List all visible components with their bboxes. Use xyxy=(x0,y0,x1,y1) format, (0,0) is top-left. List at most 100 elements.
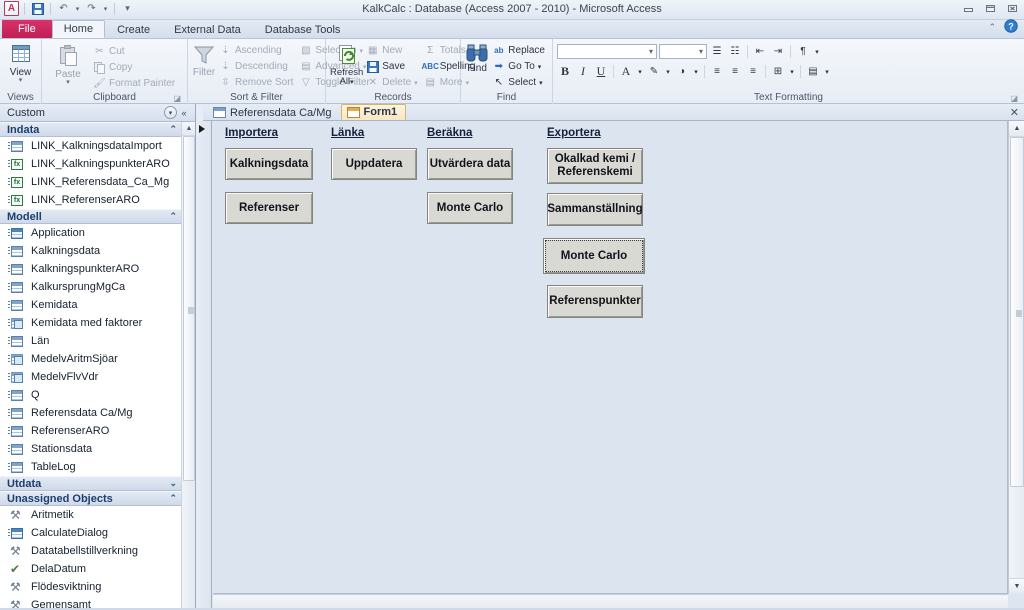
redo-dropdown-icon[interactable]: ▾ xyxy=(102,1,109,16)
nav-item-referensdata-ca-mg[interactable]: Referensdata Ca/Mg xyxy=(0,404,181,422)
alternate-fill-caret-icon[interactable]: ▾ xyxy=(823,64,831,80)
nav-item-lan[interactable]: Län xyxy=(0,332,181,350)
nav-item-datatabellstillverkning[interactable]: ⚒ Datatabellstillverkning xyxy=(0,542,181,560)
ribbon-tab-create[interactable]: Create xyxy=(105,20,162,38)
form-vertical-scrollbar[interactable]: ▲ ▼ xyxy=(1008,121,1024,594)
font-family-select[interactable]: ▾ xyxy=(557,44,657,59)
office-logo-icon[interactable]: A xyxy=(4,1,19,16)
restore-button[interactable] xyxy=(983,2,998,15)
nav-item-application[interactable]: Application xyxy=(0,224,181,242)
nav-pane-collapse-icon[interactable]: « xyxy=(177,106,191,120)
delete-caret-icon[interactable]: ▾ xyxy=(414,79,418,87)
nav-item-referenseraro[interactable]: ReferenserARO xyxy=(0,422,181,440)
chevron-up-icon[interactable]: ⌃ xyxy=(169,124,177,135)
paste-caret-icon[interactable]: ▾ xyxy=(66,79,70,86)
nav-item-kalkursprungmgca[interactable]: KalkursprungMgCa xyxy=(0,278,181,296)
nav-item-medelvaritmsjoar[interactable]: MedelvAritmSjöar xyxy=(0,350,181,368)
record-selector-column[interactable] xyxy=(196,121,212,610)
nav-item-kalkningsdata[interactable]: Kalkningsdata xyxy=(0,242,181,260)
new-record-button[interactable]: ▦ New xyxy=(363,43,420,58)
button-monte-carlo-berakna[interactable]: Monte Carlo xyxy=(427,192,513,224)
select-button[interactable]: ↖ Select ▾ xyxy=(489,75,548,90)
underline-icon[interactable]: U xyxy=(593,64,609,80)
sort-descending-button[interactable]: ⇣ Descending xyxy=(216,59,296,74)
minimize-button[interactable] xyxy=(961,2,976,15)
chevron-down-icon[interactable]: ⌄ xyxy=(169,478,177,489)
button-kalkningsdata[interactable]: Kalkningsdata xyxy=(225,148,313,180)
button-referenspunkter[interactable]: Referenspunkter xyxy=(547,285,643,318)
customize-qat-icon[interactable]: ▾ xyxy=(120,1,135,16)
nav-item-link-referensdata-ca-mg[interactable]: fx LINK_Referensdata_Ca_Mg xyxy=(0,173,181,191)
nav-item-kemidata[interactable]: Kemidata xyxy=(0,296,181,314)
decrease-indent-icon[interactable]: ⇤ xyxy=(752,44,768,60)
nav-item-calculatedialog[interactable]: CalculateDialog xyxy=(0,524,181,542)
numbering-icon[interactable]: ☷ xyxy=(727,44,743,60)
nav-item-stationsdata[interactable]: Stationsdata xyxy=(0,440,181,458)
form-scroll-thumb[interactable] xyxy=(1010,137,1024,487)
nav-group-utdata[interactable]: Utdata ⌄ xyxy=(0,476,181,491)
ribbon-tab-database-tools[interactable]: Database Tools xyxy=(253,20,353,38)
ribbon-tab-external-data[interactable]: External Data xyxy=(162,20,253,38)
gridlines-icon[interactable]: ⊞ xyxy=(770,64,786,80)
text-highlight-icon[interactable]: ✎ xyxy=(646,64,662,80)
nav-item-kalkningspunkteraro[interactable]: KalkningspunkterARO xyxy=(0,260,181,278)
nav-item-tablelog[interactable]: TableLog xyxy=(0,458,181,476)
view-button[interactable]: View ▾ xyxy=(4,41,37,84)
goto-caret-icon[interactable]: ▾ xyxy=(538,63,542,71)
button-utvardera-data[interactable]: Utvärdera data xyxy=(427,148,513,180)
text-formatting-dialog-launcher[interactable]: ◪ xyxy=(1010,94,1018,103)
nav-pane-scrollbar[interactable]: ▲ xyxy=(181,122,195,610)
form-scroll-up-icon[interactable]: ▲ xyxy=(1009,121,1024,137)
delete-record-button[interactable]: ✕ Delete ▾ xyxy=(363,75,420,90)
save-icon[interactable] xyxy=(30,1,45,16)
nav-pane-menu-icon[interactable]: ▾ xyxy=(164,106,177,119)
button-monte-carlo-exportera[interactable]: Monte Carlo xyxy=(543,238,645,274)
button-okalkad-kemi-referenskemi[interactable]: Okalkad kemi / Referenskemi xyxy=(547,148,643,184)
nav-group-indata[interactable]: Indata ⌃ xyxy=(0,122,181,137)
view-caret-icon[interactable]: ▾ xyxy=(19,77,23,84)
undo-icon[interactable]: ↶ xyxy=(56,1,71,16)
bullets-icon[interactable]: ☰ xyxy=(709,44,725,60)
nav-item-aritmetik[interactable]: ⚒ Aritmetik xyxy=(0,506,181,524)
chevron-up-icon[interactable]: ⌃ xyxy=(169,211,177,222)
redo-icon[interactable]: ↷ xyxy=(84,1,99,16)
ribbon-tab-home[interactable]: Home xyxy=(51,20,106,38)
nav-item-deladatum[interactable]: ✔ DelaDatum xyxy=(0,560,181,578)
align-center-icon[interactable]: ≡ xyxy=(727,64,743,80)
form-scroll-down-icon[interactable]: ▼ xyxy=(1009,578,1024,594)
increase-indent-icon[interactable]: ⇥ xyxy=(770,44,786,60)
clipboard-dialog-launcher[interactable]: ◪ xyxy=(173,94,181,103)
goto-button[interactable]: ➡ Go To ▾ xyxy=(489,59,548,74)
format-painter-button[interactable]: 🖌 Format Painter xyxy=(90,76,178,91)
nav-scroll-thumb[interactable] xyxy=(183,136,195,481)
nav-group-modell[interactable]: Modell ⌃ xyxy=(0,209,181,224)
remove-sort-button[interactable]: ⇳ Remove Sort xyxy=(216,75,296,90)
nav-item-q[interactable]: Q xyxy=(0,386,181,404)
bold-icon[interactable]: B xyxy=(557,64,573,80)
filter-button[interactable]: Filter xyxy=(192,41,216,78)
size-caret-icon[interactable]: ▾ xyxy=(699,47,703,56)
button-sammanstallning[interactable]: Sammanställning xyxy=(547,193,643,226)
nav-item-link-kalkningspunkteraro[interactable]: fx LINK_KalkningspunkterARO xyxy=(0,155,181,173)
close-document-icon[interactable]: ✕ xyxy=(1010,106,1019,119)
align-left-icon[interactable]: ≡ xyxy=(709,64,725,80)
doc-tab-referensdata[interactable]: Referensdata Ca/Mg xyxy=(207,104,341,120)
nav-group-unassigned-objects[interactable]: Unassigned Objects ⌃ xyxy=(0,491,181,506)
italic-icon[interactable]: I xyxy=(575,64,591,80)
nav-item-link-kalkningsdataimport[interactable]: LINK_KalkningsdataImport xyxy=(0,137,181,155)
cut-button[interactable]: ✂ Cut xyxy=(90,44,178,59)
button-referenser[interactable]: Referenser xyxy=(225,192,313,224)
paste-button[interactable]: Paste ▾ xyxy=(46,41,90,86)
copy-button[interactable]: Copy xyxy=(90,60,178,75)
close-button[interactable] xyxy=(1005,2,1020,15)
nav-scroll-up-icon[interactable]: ▲ xyxy=(182,122,195,136)
gridlines-caret-icon[interactable]: ▾ xyxy=(788,64,796,80)
text-direction-icon[interactable]: ¶ xyxy=(795,44,811,60)
font-size-select[interactable]: ▾ xyxy=(659,44,707,59)
replace-button[interactable]: ab Replace xyxy=(489,43,548,58)
font-color-caret-icon[interactable]: ▾ xyxy=(636,64,644,80)
alternate-fill-icon[interactable]: ▤ xyxy=(805,64,821,80)
select-caret-icon[interactable]: ▾ xyxy=(539,79,543,87)
nav-item-medelvflvvdr[interactable]: MedelvFlvVdr xyxy=(0,368,181,386)
button-uppdatera[interactable]: Uppdatera xyxy=(331,148,417,180)
